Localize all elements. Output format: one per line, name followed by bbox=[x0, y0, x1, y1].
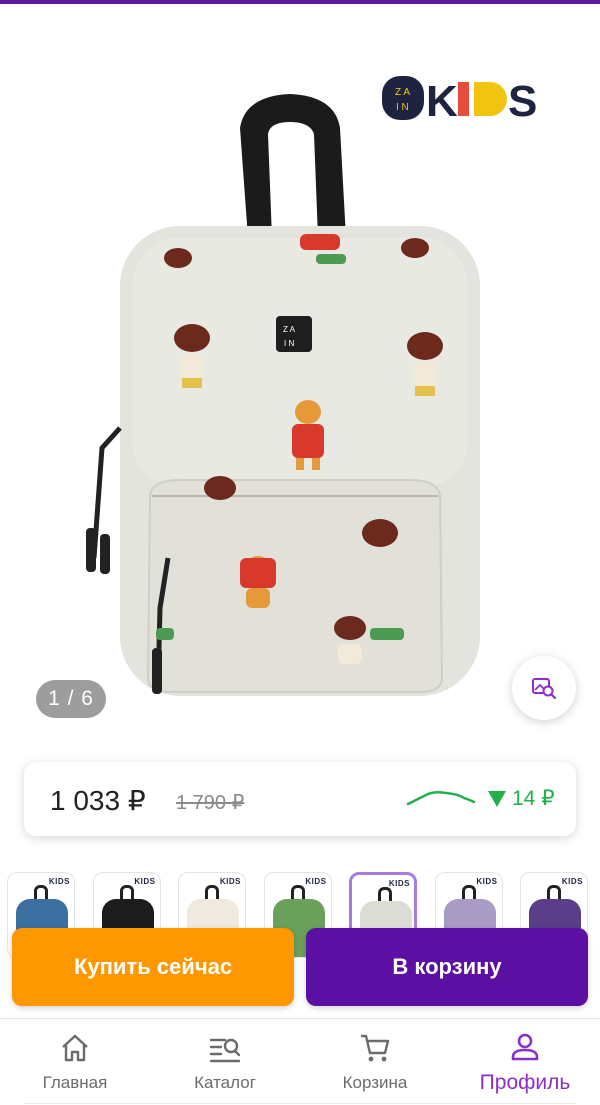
price-change-value: 14 ₽ bbox=[512, 787, 555, 810]
price-card[interactable]: 1 033 ₽ 1 790 ₽ 14 ₽ bbox=[24, 762, 576, 836]
profile-icon bbox=[511, 1033, 539, 1061]
svg-text:S: S bbox=[508, 77, 537, 126]
product-image-gallery[interactable]: Z A I N K S Z A I N 1 / 6 bbox=[0, 4, 600, 740]
svg-text:Z A: Z A bbox=[283, 325, 296, 334]
thumbnail-brand-logo: KIDS bbox=[388, 879, 410, 888]
thumbnail-brand-logo: KIDS bbox=[476, 877, 498, 886]
price-down-icon bbox=[488, 790, 506, 807]
thumbnail-brand-logo: KIDS bbox=[305, 877, 327, 886]
current-price: 1 033 ₽ bbox=[50, 785, 146, 816]
product-backpack-image: Z A I N bbox=[86, 94, 480, 696]
price-change: 14 ₽ bbox=[488, 786, 555, 811]
bottom-navigation: Главная Каталог Корзина Профиль bbox=[0, 1018, 600, 1105]
image-search-icon bbox=[532, 678, 557, 700]
nav-label-cart: Корзина bbox=[342, 1073, 408, 1092]
nav-divider bbox=[24, 1103, 576, 1104]
nav-item-profile[interactable]: Профиль bbox=[450, 1031, 600, 1101]
nav-item-home[interactable]: Главная bbox=[0, 1031, 150, 1101]
home-icon bbox=[62, 1034, 88, 1062]
price-history-sparkline bbox=[406, 790, 476, 806]
catalog-search-icon bbox=[209, 1038, 241, 1063]
svg-text:I N: I N bbox=[284, 339, 294, 348]
nav-label-profile: Профиль bbox=[479, 1071, 571, 1094]
thumbnail-brand-logo: KIDS bbox=[134, 877, 156, 886]
buy-now-button[interactable]: Купить сейчас bbox=[12, 928, 294, 1006]
nav-item-cart[interactable]: Корзина bbox=[300, 1031, 450, 1101]
add-to-cart-button[interactable]: В корзину bbox=[306, 928, 588, 1006]
nav-label-catalog: Каталог bbox=[194, 1073, 256, 1092]
nav-label-home: Главная bbox=[42, 1073, 108, 1092]
cart-icon bbox=[361, 1034, 390, 1062]
visual-search-button[interactable] bbox=[512, 656, 576, 720]
old-price: 1 790 ₽ bbox=[176, 792, 245, 814]
thumbnail-brand-logo: KIDS bbox=[48, 877, 70, 886]
thumbnail-brand-logo: KIDS bbox=[561, 877, 583, 886]
thumbnail-brand-logo: KIDS bbox=[219, 877, 241, 886]
image-counter: 1 / 6 bbox=[36, 680, 106, 718]
nav-item-catalog[interactable]: Каталог bbox=[150, 1031, 300, 1101]
